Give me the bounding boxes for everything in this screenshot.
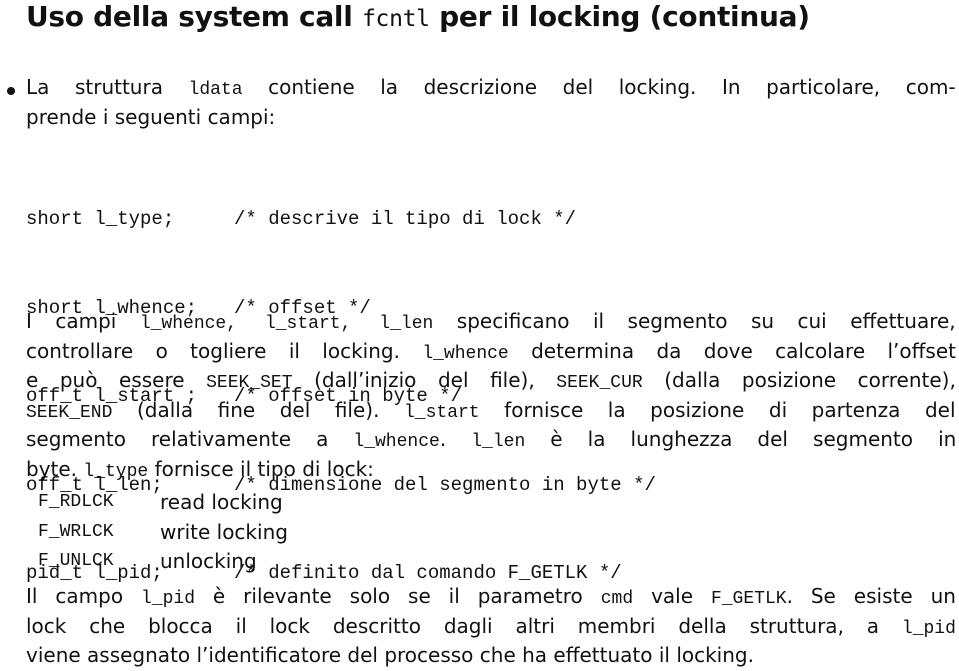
field-comment: /* definito dal comando F_GETLK */ — [234, 562, 622, 584]
text: lock che blocca il lock descritto dagli … — [26, 613, 902, 638]
text: segmento relativamente a — [26, 427, 354, 451]
title-text: Uso della system call — [26, 0, 362, 33]
lock-description: read locking — [160, 490, 283, 514]
code: l_start — [404, 402, 480, 423]
title-text-end: per il locking (continua) — [429, 0, 810, 33]
slide-title: Uso della system call fcntl per il locki… — [26, 0, 810, 33]
lock-type-row: F_RDLCK read locking — [38, 488, 288, 518]
code: l_pid — [901, 618, 956, 639]
text: , — [226, 314, 265, 334]
text: fornisce la posizione di partenza del — [479, 397, 956, 422]
text: (dalla posizione corrente), — [642, 368, 956, 392]
text: (dalla fine del file). — [112, 397, 404, 422]
text: , — [340, 314, 380, 334]
text: fornisce il tipo di lock: — [148, 456, 374, 481]
paragraph-line: viene assegnato l’identificatore del pro… — [26, 643, 754, 667]
code: l_whence — [139, 314, 227, 334]
lock-type-row: F_WRLCK write locking — [38, 518, 288, 548]
paragraph-line: Il campo l_pid è rilevante solo se il pa… — [26, 582, 956, 612]
field-comment: /* descrive il tipo di lock */ — [234, 208, 577, 230]
text: La struttura — [26, 75, 189, 99]
code: cmd — [600, 589, 634, 609]
code: l_len — [379, 314, 434, 334]
paragraph-line: SEEK_END (dalla fine del file). l_start … — [26, 396, 956, 426]
lock-constant: F_UNLCK — [38, 551, 114, 571]
lock-constant: F_RDLCK — [38, 492, 114, 512]
paragraph-line: lock che blocca il lock descritto dagli … — [26, 612, 956, 642]
lock-description: unlocking — [160, 549, 257, 573]
text: controllare o togliere il locking. — [26, 338, 423, 363]
paragraph-line: segmento relativamente a l_whence. l_len… — [26, 425, 956, 455]
text: . — [439, 427, 472, 451]
code: l_type — [83, 461, 149, 482]
text: . Se esiste un — [786, 584, 956, 608]
text: vale — [633, 584, 711, 608]
code: l_whence — [353, 432, 440, 452]
paragraph-line: e può essere SEEK_SET (dall’inizio del f… — [26, 366, 956, 396]
lock-types-table: F_RDLCK read locking F_WRLCK write locking… — [38, 488, 288, 577]
code: l_whence — [422, 343, 509, 364]
text: (dall’inizio del file), — [292, 368, 557, 392]
paragraph-line: controllare o togliere il locking. l_whe… — [26, 337, 956, 367]
code: SEEK_END — [26, 402, 113, 423]
lock-type-row: F_UNLCK unlocking — [38, 547, 288, 577]
text: Il campo — [26, 584, 141, 608]
text: e può essere — [26, 368, 207, 392]
fields-paragraph: I campi l_whence, l_start, l_len specifi… — [26, 307, 956, 484]
title-code: fcntl — [361, 6, 430, 32]
bullet-icon — [7, 87, 15, 95]
pid-paragraph: Il campo l_pid è rilevante solo se il pa… — [26, 582, 956, 671]
code: l_len — [471, 432, 526, 452]
code: SEEK_CUR — [556, 373, 643, 393]
text: determina da dove calcolare l’offset — [508, 338, 956, 363]
paragraph-line: I campi l_whence, l_start, l_len specifi… — [26, 307, 956, 337]
lock-constant: F_WRLCK — [38, 521, 114, 542]
text: I campi — [26, 309, 140, 333]
text: è la lunghezza del segmento in — [525, 427, 957, 451]
intro-line-1: La struttura ldata contiene la descrizio… — [26, 73, 956, 103]
code-ldata: ldata — [188, 80, 243, 100]
code: F_GETLK — [710, 589, 787, 609]
lock-description: write locking — [160, 519, 288, 544]
text: specificano il segmento su cui effettuar… — [433, 309, 956, 333]
intro-line-2: prende i seguenti campi: — [26, 104, 276, 129]
struct-field: short l_type; /* descrive il tipo di lock… — [26, 205, 656, 235]
text: è rilevante solo se il parametro — [195, 584, 601, 608]
text: contiene la descrizione del locking. In … — [242, 75, 956, 99]
intro-paragraph: La struttura ldata contiene la descrizio… — [26, 73, 956, 132]
paragraph-line: byte. l_type fornisce il tipo di lock: — [26, 455, 956, 485]
text: byte. — [26, 456, 84, 481]
code: l_pid — [140, 589, 195, 609]
code: l_start — [264, 314, 341, 334]
code: SEEK_SET — [206, 373, 293, 393]
field-decl: short l_type; — [26, 208, 175, 230]
